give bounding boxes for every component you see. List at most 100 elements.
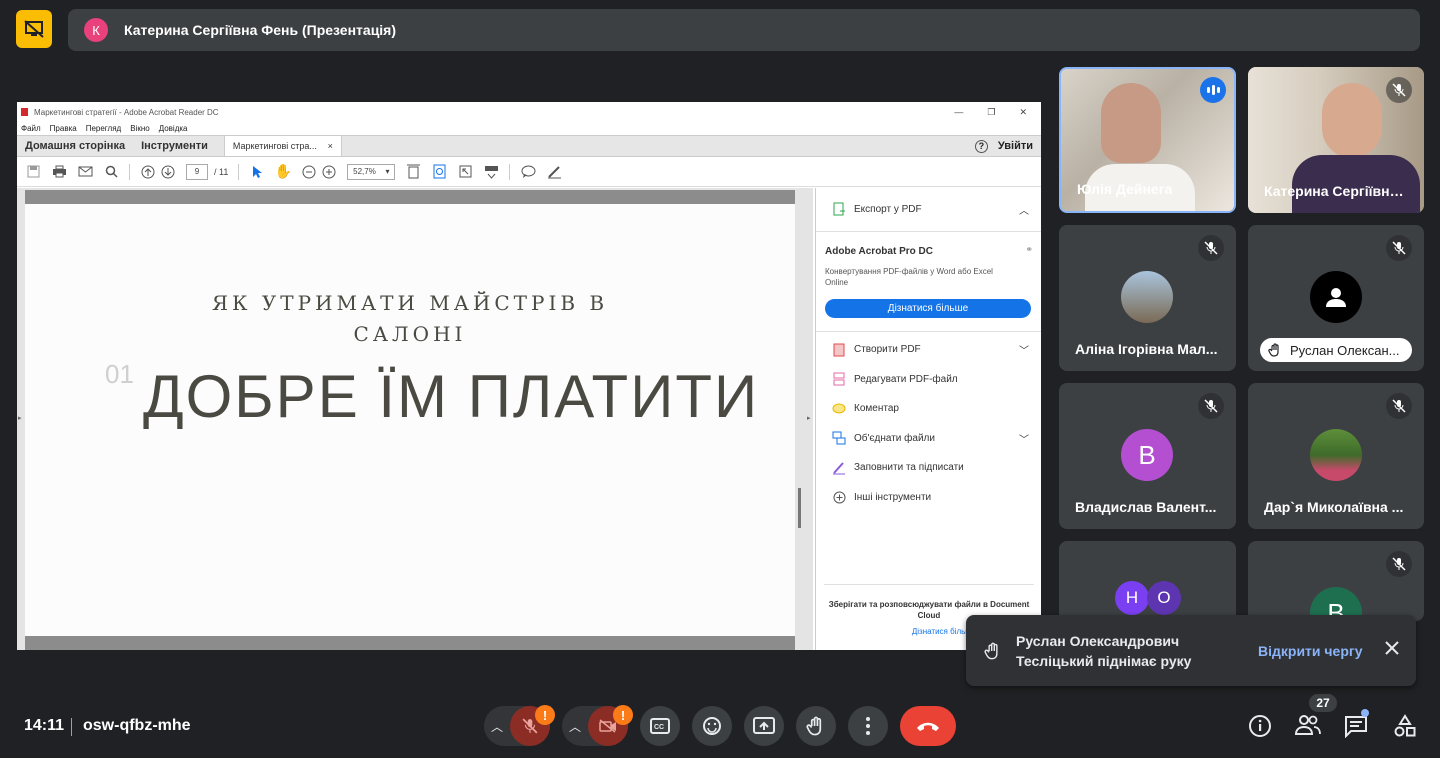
rotate-icon[interactable]: [431, 164, 447, 180]
chevron-up-icon[interactable]: ︿: [1019, 202, 1029, 217]
mic-off-icon: [1386, 393, 1412, 419]
participant-video-face: [1101, 83, 1161, 163]
document-view[interactable]: ЯК УТРИМАТИ МАЙСТРІВ В САЛОНІ 01 ДОБРЕ Ї…: [17, 188, 813, 650]
people-icon[interactable]: [1294, 714, 1321, 741]
avatar: [1121, 271, 1173, 323]
minimize-icon[interactable]: —: [954, 107, 963, 118]
select-cursor-icon[interactable]: [249, 164, 265, 180]
hand-tool-icon[interactable]: ✋: [275, 163, 292, 180]
left-panel-toggle-icon[interactable]: ▸: [18, 414, 22, 422]
participant-tile[interactable]: Аліна Ігорівна Мал...: [1059, 225, 1236, 371]
signin-button[interactable]: Увійти: [998, 140, 1033, 152]
scroll-mode-icon[interactable]: [483, 164, 499, 180]
participant-tile[interactable]: Катерина Сергіївна...: [1248, 67, 1424, 213]
participant-name: Владислав Валент...: [1075, 499, 1217, 515]
stop-presenting-icon[interactable]: [16, 10, 52, 48]
more-tools-icon: [832, 490, 846, 504]
sign-pen-icon[interactable]: [546, 164, 562, 180]
tab-tools[interactable]: Інструменти: [133, 136, 216, 156]
window-titlebar: Маркетингові стратегії - Adobe Acrobat R…: [17, 102, 1041, 122]
participant-tile[interactable]: В Владислав Валент...: [1059, 383, 1236, 529]
tool-more-tools[interactable]: Інші інструменти: [816, 483, 1041, 513]
participant-tile[interactable]: Дар`я Миколаївна ...: [1248, 383, 1424, 529]
raised-hand-icon: [984, 642, 998, 659]
menu-edit[interactable]: Правка: [50, 124, 77, 133]
scrollbar-thumb[interactable]: [798, 488, 801, 528]
tab-bar: Домашня сторінка Інструменти Маркетингов…: [17, 135, 1041, 157]
menu-window[interactable]: Вікно: [130, 124, 149, 133]
chat-icon[interactable]: [1344, 714, 1368, 743]
zoom-value: 52,7%: [353, 167, 376, 176]
maximize-icon[interactable]: ❐: [987, 107, 995, 118]
acrobat-toolbar: 9 / 11 ✋ 52,7% ▾: [17, 157, 1041, 187]
right-panel-toggle-icon[interactable]: ▸: [807, 414, 811, 422]
print-icon[interactable]: [51, 164, 67, 180]
tab-document[interactable]: Маркетингові стра... ×: [223, 136, 342, 156]
tool-label: Інші інструменти: [854, 491, 932, 503]
slide-number: 01: [105, 359, 134, 389]
avatar: О: [1147, 581, 1181, 615]
tool-label: Редагувати PDF-файл: [854, 373, 958, 385]
chevron-down-icon[interactable]: ﹀: [1019, 431, 1029, 446]
fullscreen-icon[interactable]: [457, 164, 473, 180]
open-queue-button[interactable]: Відкрити чергу: [1258, 643, 1363, 659]
participant-tile[interactable]: Руслан Олексан...: [1248, 225, 1424, 371]
camera-options-chevron-icon[interactable]: ︿: [562, 718, 588, 735]
menu-view[interactable]: Перегляд: [86, 124, 122, 133]
mic-off-icon: [1198, 235, 1224, 261]
avatar: Н: [1115, 581, 1149, 615]
page-number-input[interactable]: 9: [186, 163, 208, 180]
meeting-info-icon[interactable]: [1248, 714, 1272, 743]
raise-hand-button[interactable]: [796, 706, 836, 746]
hang-up-icon: [917, 722, 939, 731]
more-options-button[interactable]: [848, 706, 888, 746]
participant-tile[interactable]: Н О: [1059, 541, 1236, 621]
svg-text:CC: CC: [654, 724, 664, 731]
comment-bubble-icon: [832, 402, 846, 416]
menu-file[interactable]: Файл: [21, 124, 41, 133]
product-title: Adobe Acrobat Pro DC: [825, 246, 933, 257]
menu-help[interactable]: Довідка: [159, 124, 188, 133]
participant-tile[interactable]: В: [1248, 541, 1424, 621]
slide-subtitle-line1: ЯК УТРИМАТИ МАЙСТРІВ В: [211, 291, 609, 315]
end-call-button[interactable]: [900, 706, 956, 746]
divider: [71, 718, 72, 736]
emoji-icon: [703, 717, 721, 735]
reactions-button[interactable]: [692, 706, 732, 746]
activities-icon[interactable]: [1393, 714, 1417, 743]
close-tab-icon[interactable]: ×: [328, 141, 333, 151]
tool-combine-files[interactable]: Об'єднати файли ﹀: [816, 424, 1041, 454]
tool-label: Об'єднати файли: [854, 432, 935, 444]
notification-line1: Руслан Олександрович: [1016, 632, 1180, 649]
tool-create-pdf[interactable]: Створити PDF ﹀: [816, 335, 1041, 365]
link-icon[interactable]: ⚭: [1025, 244, 1033, 255]
save-icon[interactable]: [25, 164, 41, 180]
fit-page-icon[interactable]: [405, 164, 421, 180]
tool-comment[interactable]: Коментар: [816, 394, 1041, 424]
close-window-icon[interactable]: ✕: [1019, 107, 1027, 118]
tab-home[interactable]: Домашня сторінка: [17, 136, 133, 156]
chevron-down-icon[interactable]: ﹀: [1019, 342, 1029, 357]
prev-page-icon[interactable]: [140, 164, 156, 180]
comment-icon[interactable]: [520, 164, 536, 180]
more-vert-icon: [866, 717, 870, 735]
participant-tile[interactable]: Юлія Дейнега: [1059, 67, 1236, 213]
shared-screen[interactable]: Маркетингові стратегії - Adobe Acrobat R…: [17, 102, 1041, 650]
mic-options-chevron-icon[interactable]: ︿: [484, 718, 510, 735]
captions-button[interactable]: CC: [640, 706, 680, 746]
tools-list: Створити PDF ﹀ Редагувати PDF-файл Комент…: [816, 331, 1041, 512]
zoom-select[interactable]: 52,7% ▾: [347, 163, 396, 180]
next-page-icon[interactable]: [160, 164, 176, 180]
zoom-out-icon[interactable]: [301, 164, 317, 180]
search-icon[interactable]: [103, 164, 119, 180]
zoom-in-icon[interactable]: [321, 164, 337, 180]
raised-hand-chip[interactable]: Руслан Олексан...: [1260, 338, 1412, 362]
tool-edit-pdf[interactable]: Редагувати PDF-файл: [816, 365, 1041, 395]
email-icon[interactable]: [77, 164, 93, 180]
close-icon[interactable]: [1384, 641, 1399, 660]
present-button[interactable]: [744, 706, 784, 746]
help-icon[interactable]: ?: [974, 139, 988, 153]
learn-more-button[interactable]: Дізнатися більше: [825, 299, 1031, 318]
export-pdf-row[interactable]: Експорт у PDF ︿: [816, 188, 1041, 232]
tool-fill-sign[interactable]: Заповнити та підписати: [816, 453, 1041, 483]
